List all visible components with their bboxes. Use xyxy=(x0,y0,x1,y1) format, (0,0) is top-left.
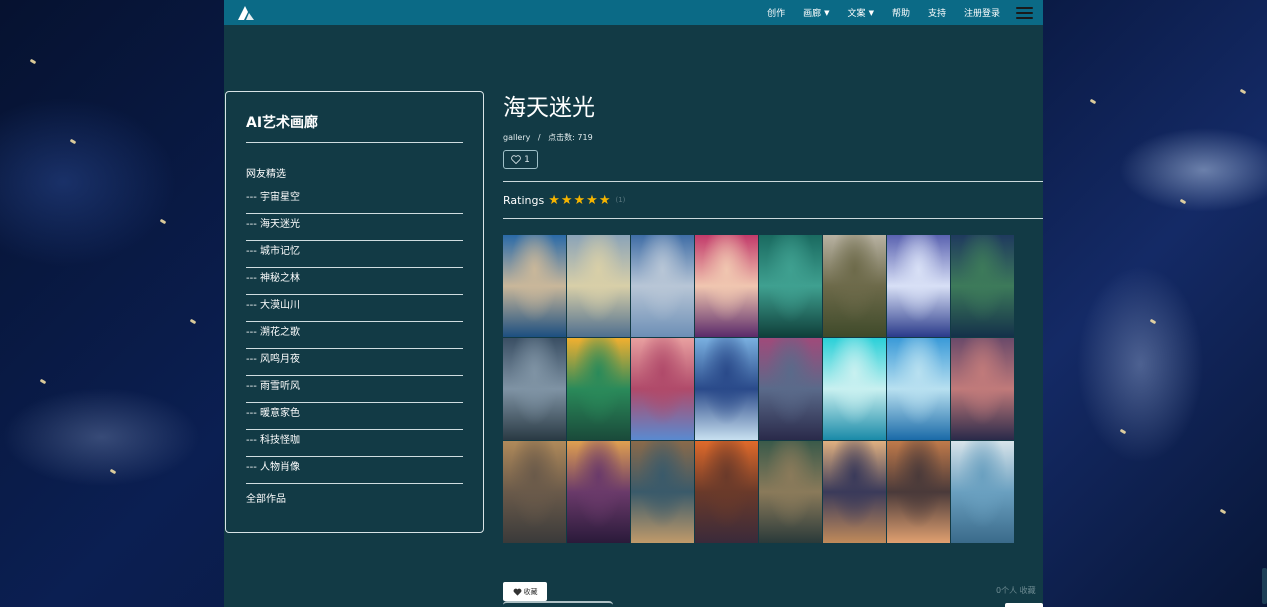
gallery-thumbnail[interactable] xyxy=(503,235,566,337)
sidebar-item-all-works[interactable]: 全部作品 xyxy=(246,484,463,505)
sidebar-item-moon-night[interactable]: --- 风鸣月夜 xyxy=(246,349,463,376)
gallery-thumbnail[interactable] xyxy=(695,338,758,440)
gallery-thumbnail[interactable] xyxy=(887,338,950,440)
gallery-thumbnail[interactable] xyxy=(567,338,630,440)
sidebar-item-portrait[interactable]: --- 人物肖像 xyxy=(246,457,463,484)
sidebar-section-featured[interactable]: 网友精选 xyxy=(246,165,463,187)
gallery-thumbnail[interactable] xyxy=(951,441,1014,543)
star-icon[interactable]: ★ xyxy=(561,194,573,207)
breadcrumb-gallery-link[interactable]: gallery xyxy=(503,133,530,142)
chevron-down-icon: ▼ xyxy=(868,8,874,17)
breadcrumb: gallery / 点击数: 719 xyxy=(503,132,1043,146)
ratings-row: Ratings ★ ★ ★ ★ ★ (1) xyxy=(503,182,1043,218)
nav-copywriting[interactable]: 文案 ▼ xyxy=(848,6,874,20)
ratings-label: Ratings xyxy=(503,193,545,207)
sidebar-title: AI艺术画廊 xyxy=(246,115,319,131)
image-grid xyxy=(503,235,1014,543)
chevron-down-icon: ▼ xyxy=(824,8,830,17)
gallery-thumbnail[interactable] xyxy=(759,338,822,440)
views-count: 719 xyxy=(577,133,593,142)
nav-register-login[interactable]: 注册登录 xyxy=(964,6,1000,19)
gallery-thumbnail[interactable] xyxy=(823,338,886,440)
star-icon[interactable]: ★ xyxy=(586,194,598,207)
gallery-thumbnail[interactable] xyxy=(503,338,566,440)
star-icon[interactable]: ★ xyxy=(599,194,611,207)
gallery-thumbnail[interactable] xyxy=(631,235,694,337)
gallery-main: 海天迷光 gallery / 点击数: 719 1 Ratings ★ ★ ★ ★ ★ … xyxy=(503,88,1043,543)
sidebar-item-forest[interactable]: --- 神秘之林 xyxy=(246,268,463,295)
favorite-label: 收藏 xyxy=(523,587,538,596)
nav-create[interactable]: 创作 xyxy=(767,6,785,19)
main-nav: 创作 画廊 ▼ 文案 ▼ 帮助 支持 注册登录 xyxy=(749,6,1033,19)
gallery-thumbnail[interactable] xyxy=(567,441,630,543)
star-icon[interactable]: ★ xyxy=(574,194,586,207)
page-title: 海天迷光 xyxy=(503,95,595,121)
sidebar-item-rain-snow[interactable]: --- 雨雪听风 xyxy=(246,376,463,403)
gallery-thumbnail[interactable] xyxy=(951,338,1014,440)
gallery-thumbnail[interactable] xyxy=(887,441,950,543)
views-label: 点击数: xyxy=(548,133,575,142)
gallery-thumbnail[interactable] xyxy=(631,441,694,543)
like-button[interactable]: 1 xyxy=(503,150,538,169)
gallery-thumbnail[interactable] xyxy=(759,441,822,543)
top-navbar: 创作 画廊 ▼ 文案 ▼ 帮助 支持 注册登录 xyxy=(224,0,1043,25)
comments-panel-edge xyxy=(503,601,613,607)
sidebar-item-cosmos[interactable]: --- 宇宙星空 xyxy=(246,187,463,214)
heart-icon xyxy=(513,588,521,596)
rating-count: (1) xyxy=(615,196,626,204)
page-scrollbar[interactable] xyxy=(1262,568,1267,604)
like-count: 1 xyxy=(524,154,530,165)
divider xyxy=(246,142,463,143)
favorite-button[interactable]: 收藏 xyxy=(503,582,547,601)
star-icon[interactable]: ★ xyxy=(548,194,560,207)
gallery-thumbnail[interactable] xyxy=(631,338,694,440)
nav-support[interactable]: 支持 xyxy=(928,6,946,19)
gallery-thumbnail[interactable] xyxy=(759,235,822,337)
gallery-thumbnail[interactable] xyxy=(695,441,758,543)
sidebar-item-city[interactable]: --- 城市记忆 xyxy=(246,241,463,268)
divider xyxy=(503,218,1043,219)
gallery-thumbnail[interactable] xyxy=(503,441,566,543)
page-container: 创作 画廊 ▼ 文案 ▼ 帮助 支持 注册登录 AI艺术画廊 网友精选 --- 宇宙… xyxy=(224,0,1043,607)
site-logo-icon[interactable] xyxy=(236,5,256,21)
gallery-thumbnail[interactable] xyxy=(567,235,630,337)
favorite-count: 0个人 收藏 xyxy=(996,586,1036,595)
hamburger-menu-icon[interactable] xyxy=(1016,6,1033,19)
sidebar-item-desert-mountains[interactable]: --- 大漠山川 xyxy=(246,295,463,322)
gallery-thumbnail[interactable] xyxy=(823,441,886,543)
comment-button-edge[interactable] xyxy=(1005,603,1043,607)
nav-help[interactable]: 帮助 xyxy=(892,6,910,19)
heart-outline-icon xyxy=(511,155,521,164)
breadcrumb-separator: / xyxy=(537,133,541,142)
gallery-thumbnail[interactable] xyxy=(951,235,1014,337)
sidebar-item-sea-sky[interactable]: --- 海天迷光 xyxy=(246,214,463,241)
sidebar-item-warm-home[interactable]: --- 暖意家色 xyxy=(246,403,463,430)
nav-gallery[interactable]: 画廊 ▼ xyxy=(803,6,830,20)
sidebar-item-tech[interactable]: --- 科技怪咖 xyxy=(246,430,463,457)
star-rating[interactable]: ★ ★ ★ ★ ★ xyxy=(548,194,611,207)
gallery-thumbnail[interactable] xyxy=(823,235,886,337)
category-sidebar: AI艺术画廊 网友精选 --- 宇宙星空 --- 海天迷光 --- 城市记忆 -… xyxy=(225,91,484,533)
sidebar-item-flowers[interactable]: --- 溯花之歌 xyxy=(246,322,463,349)
gallery-thumbnail[interactable] xyxy=(887,235,950,337)
gallery-thumbnail[interactable] xyxy=(695,235,758,337)
